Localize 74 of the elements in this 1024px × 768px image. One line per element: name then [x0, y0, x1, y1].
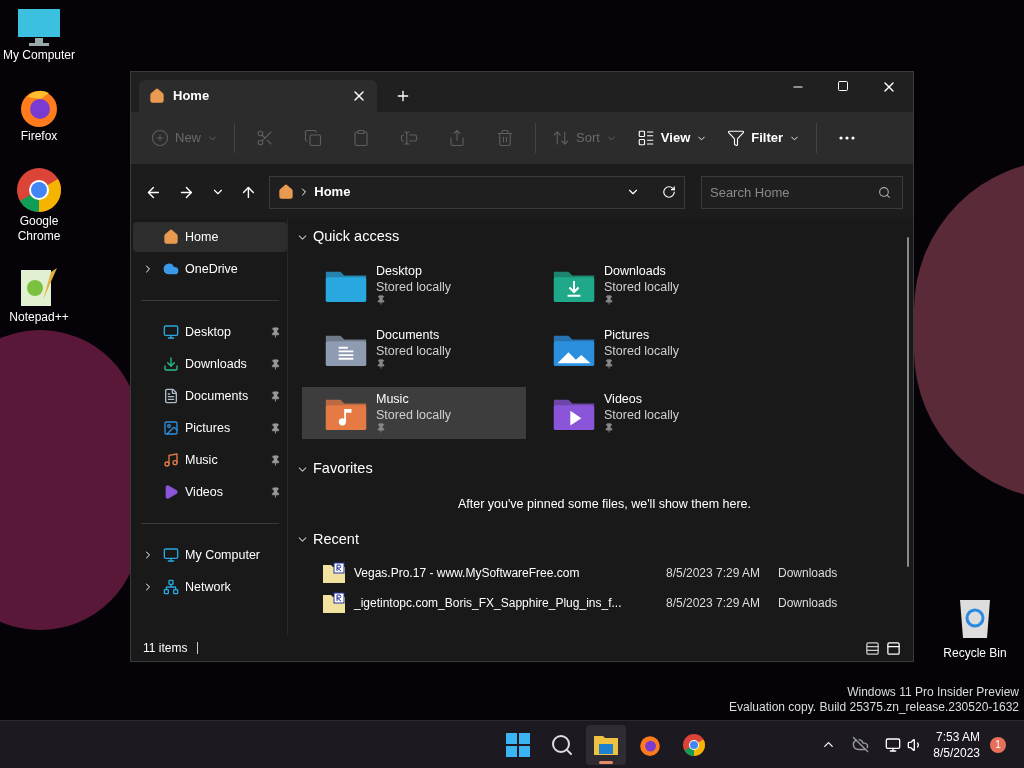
search-icon — [549, 732, 574, 757]
cloud-icon — [163, 261, 179, 277]
pin-icon — [604, 295, 614, 305]
clock-date[interactable]: 8/5/2023 — [933, 744, 980, 761]
file-icon — [322, 591, 346, 614]
quick-access-item[interactable]: Music Stored locally — [302, 387, 526, 439]
sidebar-item[interactable]: Desktop — [133, 317, 287, 347]
toolbar-button[interactable]: View — [626, 120, 718, 156]
monitor-icon — [163, 324, 179, 340]
location-cell-text: Downloads — [778, 594, 838, 612]
date-cell-text: 8/5/2023 7:29 AM — [666, 564, 762, 582]
details-view-icon[interactable] — [865, 640, 880, 656]
quick-access-item[interactable]: Downloads Stored locally — [530, 259, 754, 311]
location-cell-text: Downloads — [778, 564, 838, 582]
sidebar-item[interactable]: OneDrive — [133, 254, 287, 284]
chrome-icon — [681, 732, 706, 757]
desktop-icon-label[interactable]: My Computer — [0, 48, 78, 63]
pin-icon — [376, 295, 386, 305]
sidebar-item[interactable]: Network — [133, 572, 287, 602]
section-heading[interactable]: Recent — [313, 528, 359, 551]
pin-icon — [376, 423, 386, 433]
desktop-icon-label[interactable]: Google Chrome — [0, 214, 78, 244]
sidebar-item[interactable]: My Computer — [133, 540, 287, 570]
item-count: 11 items — [143, 640, 188, 657]
pin-icon — [604, 423, 614, 433]
desktop-icon-label[interactable]: Notepad++ — [0, 310, 78, 325]
sidebar-item[interactable]: Documents — [133, 381, 287, 411]
download-icon — [163, 356, 179, 372]
sidebar-item[interactable]: Downloads — [133, 349, 287, 379]
sidebar-item[interactable]: Home — [133, 222, 287, 252]
sidebar-item[interactable]: Music — [133, 445, 287, 475]
clock-time[interactable]: 7:53 AM — [935, 728, 980, 745]
sidebar-item[interactable]: Pictures — [133, 413, 287, 443]
date-cell-text: 8/5/2023 7:29 AM — [666, 594, 762, 612]
file-icon — [322, 561, 346, 584]
search-field[interactable]: Search Home — [701, 175, 903, 209]
address-bar[interactable]: Home — [269, 175, 685, 209]
monitor-icon — [17, 8, 61, 48]
desktop-icon-label[interactable]: Recycle Bin — [943, 644, 1007, 662]
home-icon — [149, 88, 165, 104]
sidebar-item[interactable]: Videos — [133, 477, 287, 507]
pin-icon — [376, 359, 386, 369]
video-icon — [163, 484, 179, 500]
desktop-icon-label[interactable]: Firefox — [0, 129, 78, 144]
toolbar-button[interactable]: Filter — [717, 120, 811, 156]
file-name[interactable]: Vegas.Pro.17 - www.MySoftwareFree.com — [354, 563, 654, 582]
windows-logo-icon — [505, 732, 530, 757]
home-icon — [278, 184, 295, 200]
quick-access-item[interactable]: Documents Stored locally — [302, 323, 526, 375]
os-build-text: Windows 11 Pro Insider Preview — [847, 685, 1019, 700]
section-heading[interactable]: Quick access — [313, 226, 400, 248]
empty-favorites-message: After you've pinned some files, we'll show them here. — [456, 496, 753, 513]
maximize-icon[interactable] — [837, 80, 849, 92]
tiles-view-icon[interactable] — [886, 640, 901, 656]
chrome-icon — [15, 166, 63, 214]
picture-icon — [163, 420, 179, 436]
document-icon — [163, 388, 179, 404]
computer-icon — [163, 547, 179, 563]
pin-icon — [604, 359, 614, 369]
cloud-off-icon[interactable] — [852, 736, 870, 753]
section-heading[interactable]: Favorites — [313, 458, 373, 480]
quick-access-item[interactable]: Videos Stored locally — [530, 387, 754, 439]
home-icon — [163, 229, 179, 245]
quick-access-item[interactable]: Pictures Stored locally — [530, 323, 754, 375]
tab[interactable]: Home — [139, 80, 377, 112]
file-name[interactable]: _igetintopc.com_Boris_FX_Sapphire_Plug_ins_f... — [354, 593, 654, 612]
os-build-text: Evaluation copy. Build 25375.zn_release.230520-1632 — [729, 700, 1019, 715]
search-icon — [878, 185, 891, 199]
music-icon — [163, 452, 179, 468]
new-tab-icon[interactable] — [395, 88, 411, 104]
folder-icon — [592, 733, 619, 756]
taskbar-button[interactable] — [585, 724, 626, 765]
refresh-icon[interactable] — [662, 185, 676, 199]
quick-access-item[interactable]: Desktop Stored locally — [302, 259, 526, 311]
